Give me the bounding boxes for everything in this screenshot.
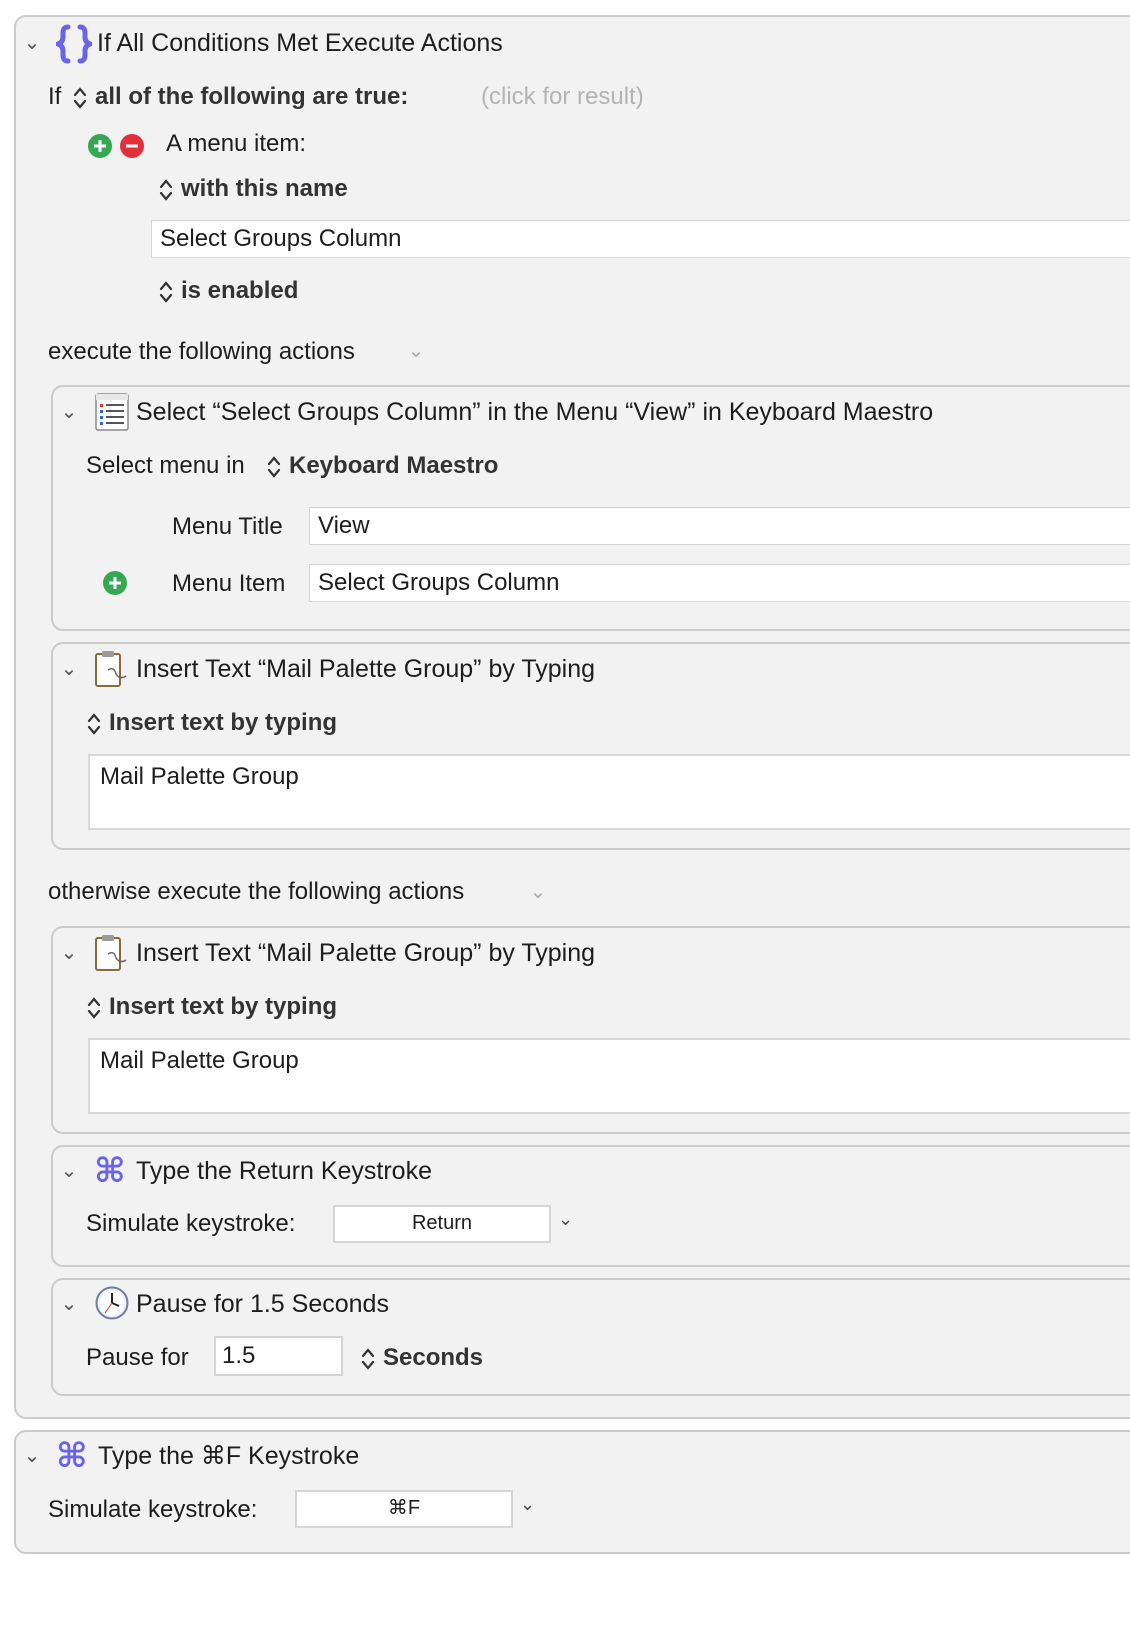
result-hint[interactable]: (click for result) [481, 82, 644, 112]
simulate-keystroke-label: Simulate keystroke: [86, 1210, 296, 1237]
add-condition-icon[interactable] [88, 134, 112, 158]
collapse-chevron-icon[interactable]: ⌄ [21, 1445, 43, 1467]
collapse-chevron-icon[interactable]: ⌄ [58, 1293, 80, 1315]
remove-condition-icon[interactable] [120, 134, 144, 158]
curly-braces-icon [50, 24, 98, 69]
collapse-chevron-icon[interactable]: ⌄ [58, 658, 80, 680]
pause-action-title: Pause for 1.5 Seconds [136, 1290, 389, 1318]
condition-mode-select[interactable]: all of the following are true: [95, 82, 408, 112]
command-key-icon: ⌘ [94, 1152, 126, 1190]
menu-item-field[interactable]: Select Groups Column [309, 564, 1130, 602]
menu-title-field[interactable]: View [309, 507, 1130, 545]
keystroke-dropdown-chevron-icon[interactable]: ⌄ [520, 1494, 535, 1515]
collapse-chevron-icon[interactable]: ⌄ [58, 1160, 80, 1182]
insert-mode-select[interactable]: Insert text by typing [109, 992, 337, 1022]
stepper-icon[interactable] [86, 994, 102, 1022]
menu-item-label: Menu Item [172, 570, 286, 597]
match-mode-select[interactable]: with this name [181, 174, 348, 204]
add-menu-item-icon[interactable] [103, 571, 127, 595]
insert-text-area[interactable]: Mail Palette Group [88, 754, 1130, 830]
simulate-keystroke-label: Simulate keystroke: [48, 1496, 258, 1523]
insert-text-action-title: Insert Text “Mail Palette Group” by Typi… [136, 939, 596, 967]
command-key-icon: ⌘ [56, 1437, 88, 1475]
execute-section-label: execute the following actions [48, 338, 355, 365]
keystroke-dropdown-chevron-icon[interactable]: ⌄ [558, 1209, 573, 1230]
stepper-icon[interactable] [72, 84, 88, 112]
collapse-chevron-icon[interactable]: ⌄ [21, 32, 43, 54]
clock-icon [95, 1286, 129, 1325]
condition-type-label: A menu item: [166, 130, 307, 157]
otherwise-section-label: otherwise execute the following actions [48, 878, 465, 905]
if-label: If [48, 83, 62, 110]
select-menu-action-title: Select “Select Groups Column” in the Men… [136, 398, 934, 426]
execute-menu-chevron-icon[interactable]: ⌄ [405, 340, 427, 362]
state-select[interactable]: is enabled [181, 276, 298, 306]
clipboard-icon [94, 934, 128, 977]
menu-title-label: Menu Title [172, 513, 283, 540]
menu-list-icon [95, 393, 129, 436]
pause-duration-field[interactable]: 1.5 [214, 1336, 343, 1376]
target-app-select[interactable]: Keyboard Maestro [289, 451, 498, 481]
stepper-icon[interactable] [158, 278, 174, 306]
otherwise-menu-chevron-icon[interactable]: ⌄ [527, 881, 549, 903]
menu-item-name-field[interactable]: Select Groups Column [151, 220, 1130, 258]
collapse-chevron-icon[interactable]: ⌄ [58, 401, 80, 423]
select-menu-in-label: Select menu in [86, 452, 245, 479]
insert-text-area[interactable]: Mail Palette Group [88, 1038, 1130, 1114]
stepper-icon[interactable] [86, 710, 102, 738]
keystroke-field[interactable]: ⌘F [295, 1490, 513, 1528]
clipboard-icon [94, 650, 128, 693]
stepper-icon[interactable] [360, 1345, 376, 1373]
collapse-chevron-icon[interactable]: ⌄ [58, 942, 80, 964]
insert-text-action-title: Insert Text “Mail Palette Group” by Typi… [136, 655, 596, 683]
keystroke-action-title: Type the Return Keystroke [136, 1157, 432, 1185]
if-action-title: If All Conditions Met Execute Actions [97, 29, 503, 57]
pause-unit-select[interactable]: Seconds [383, 1343, 483, 1373]
pause-for-label: Pause for [86, 1344, 189, 1371]
keystroke-action-title: Type the ⌘F Keystroke [98, 1442, 360, 1470]
stepper-icon[interactable] [158, 176, 174, 204]
insert-mode-select[interactable]: Insert text by typing [109, 708, 337, 738]
keystroke-field[interactable]: Return [333, 1205, 551, 1243]
stepper-icon[interactable] [266, 453, 282, 481]
